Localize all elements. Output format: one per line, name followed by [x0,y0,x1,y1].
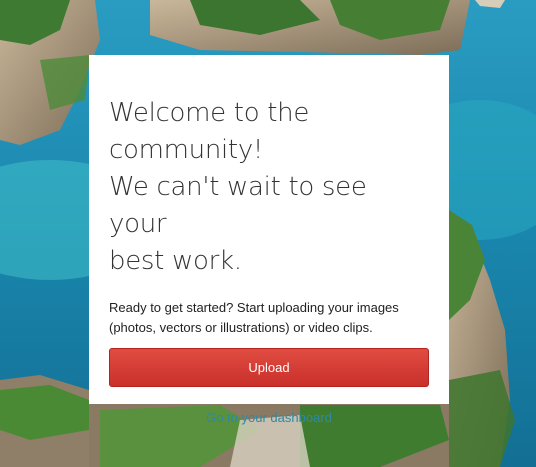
welcome-card: Welcome to the community! We can't wait … [89,55,449,425]
headline-line-2: community! [109,135,264,165]
headline-line-3: We can't wait to see your [109,172,367,239]
page-background: Welcome to the community! We can't wait … [0,0,536,467]
headline-line-1: Welcome to the [109,98,310,128]
welcome-headline: Welcome to the community! We can't wait … [109,95,429,280]
headline-line-4: best work. [109,246,242,276]
dashboard-link[interactable]: Go to your dashboard [109,410,429,425]
intro-text: Ready to get started? Start uploading yo… [109,300,399,335]
upload-button[interactable]: Upload [109,348,429,387]
